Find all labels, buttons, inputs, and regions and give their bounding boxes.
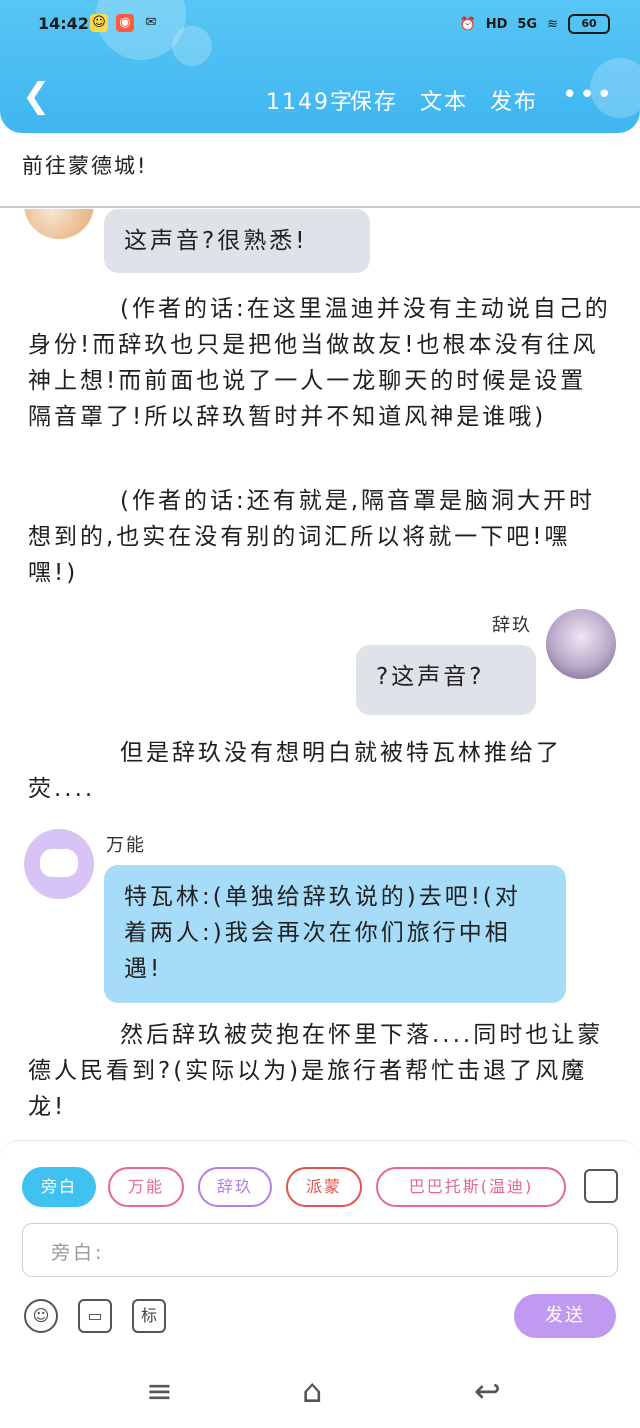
emoji-icon[interactable]: ☺ <box>24 1299 58 1333</box>
role-chip-universal[interactable]: 万能 <box>108 1167 184 1207</box>
message-input[interactable]: 旁白: <box>22 1223 618 1277</box>
notification-icons: ☺ ◉ ✉ <box>90 14 160 32</box>
signal-icon: 5G <box>517 16 538 32</box>
narration-text: (作者的话:还有就是,隔音罩是脑洞大开时想到的,也实在没有别的词汇所以将就一下吧… <box>28 488 596 586</box>
back-icon[interactable]: ❮ <box>22 78 51 114</box>
message-text: 这声音?很熟悉! <box>124 228 308 254</box>
divider <box>0 206 640 208</box>
wechat-icon: ✉ <box>145 15 157 30</box>
battery-icon: 60 <box>568 14 610 34</box>
message-text: ?这声音? <box>376 664 485 690</box>
system-icons: ⏰ HD 5G ≋ 60 <box>460 14 610 34</box>
chapter-title[interactable]: 前往蒙德城! <box>22 150 147 180</box>
send-button[interactable]: 发送 <box>514 1294 616 1338</box>
back-nav-icon[interactable]: ↩ <box>474 1372 501 1410</box>
narration-text: 但是辞玖没有想明白就被特瓦林推给了荧.... <box>28 740 562 802</box>
image-icon[interactable]: ▭ <box>78 1299 112 1333</box>
word-count: 1149字 <box>266 90 354 115</box>
tag-button[interactable]: 标 <box>132 1299 166 1333</box>
wifi-icon: ≋ <box>547 16 558 32</box>
role-list-icon[interactable] <box>584 1169 618 1203</box>
input-placeholder: 旁白: <box>51 1242 105 1264</box>
publish-button[interactable]: 发布 <box>490 84 538 116</box>
avatar[interactable] <box>546 609 616 679</box>
chat-bubble[interactable]: 特瓦林:(单独给辞玖说的)去吧!(对着两人:)我会再次在你们旅行中相遇! <box>104 865 566 1003</box>
composer-panel: 旁白 万能 辞玖 派蒙 巴巴托斯(温迪) 旁白: ☺ ▭ 标 发送 <box>0 1140 640 1355</box>
avatar[interactable] <box>24 209 94 239</box>
hd-icon: HD <box>485 16 508 32</box>
menu-icon[interactable]: ≡ <box>146 1372 173 1410</box>
speaker-name: 辞玖 <box>492 615 532 636</box>
message-text: 特瓦林:(单独给辞玖说的)去吧!(对着两人:)我会再次在你们旅行中相遇! <box>124 884 521 982</box>
narration-text: 然后辞玖被荧抱在怀里下落....同时也让蒙德人民看到?(实际以为)是旅行者帮忙击… <box>28 1022 604 1120</box>
role-chip-barbatos[interactable]: 巴巴托斯(温迪) <box>376 1167 566 1207</box>
role-chip-cijiu[interactable]: 辞玖 <box>198 1167 272 1207</box>
save-button[interactable]: 保存 <box>350 84 398 116</box>
story-content[interactable]: 这声音?很熟悉! (作者的话:在这里温迪并没有主动说自己的身份!而辞玖也只是把他… <box>0 209 640 1139</box>
text-button[interactable]: 文本 <box>420 84 468 116</box>
chat-bubble[interactable]: ?这声音? <box>356 645 536 715</box>
more-icon[interactable]: ••• <box>562 80 614 110</box>
alarm-icon: ⏰ <box>459 16 476 32</box>
narration-text: (作者的话:在这里温迪并没有主动说自己的身份!而辞玖也只是把他当做故友!也根本没… <box>28 296 611 430</box>
avatar[interactable] <box>24 829 94 899</box>
editor-toolbar: ❮ 1149字 保存 文本 发布 ••• <box>0 78 640 118</box>
role-chip-narrator[interactable]: 旁白 <box>22 1167 96 1207</box>
role-chip-paimon[interactable]: 派蒙 <box>286 1167 362 1207</box>
chat-bubble[interactable]: 这声音?很熟悉! <box>104 209 370 273</box>
status-bar: 14:42 ☺ ◉ ✉ ⏰ HD 5G ≋ 60 <box>38 12 610 40</box>
home-icon[interactable]: ⌂ <box>302 1372 322 1410</box>
app-header: 14:42 ☺ ◉ ✉ ⏰ HD 5G ≋ 60 ❮ 1149字 保存 文本 发… <box>0 0 640 133</box>
emoji-app-icon: ☺ <box>90 14 108 32</box>
status-time: 14:42 <box>38 14 89 33</box>
speaker-name: 万能 <box>106 835 146 856</box>
system-nav-bar: ≡ ⌂ ↩ <box>0 1356 640 1428</box>
weibo-icon: ◉ <box>116 14 134 32</box>
chat-icon <box>40 849 78 877</box>
